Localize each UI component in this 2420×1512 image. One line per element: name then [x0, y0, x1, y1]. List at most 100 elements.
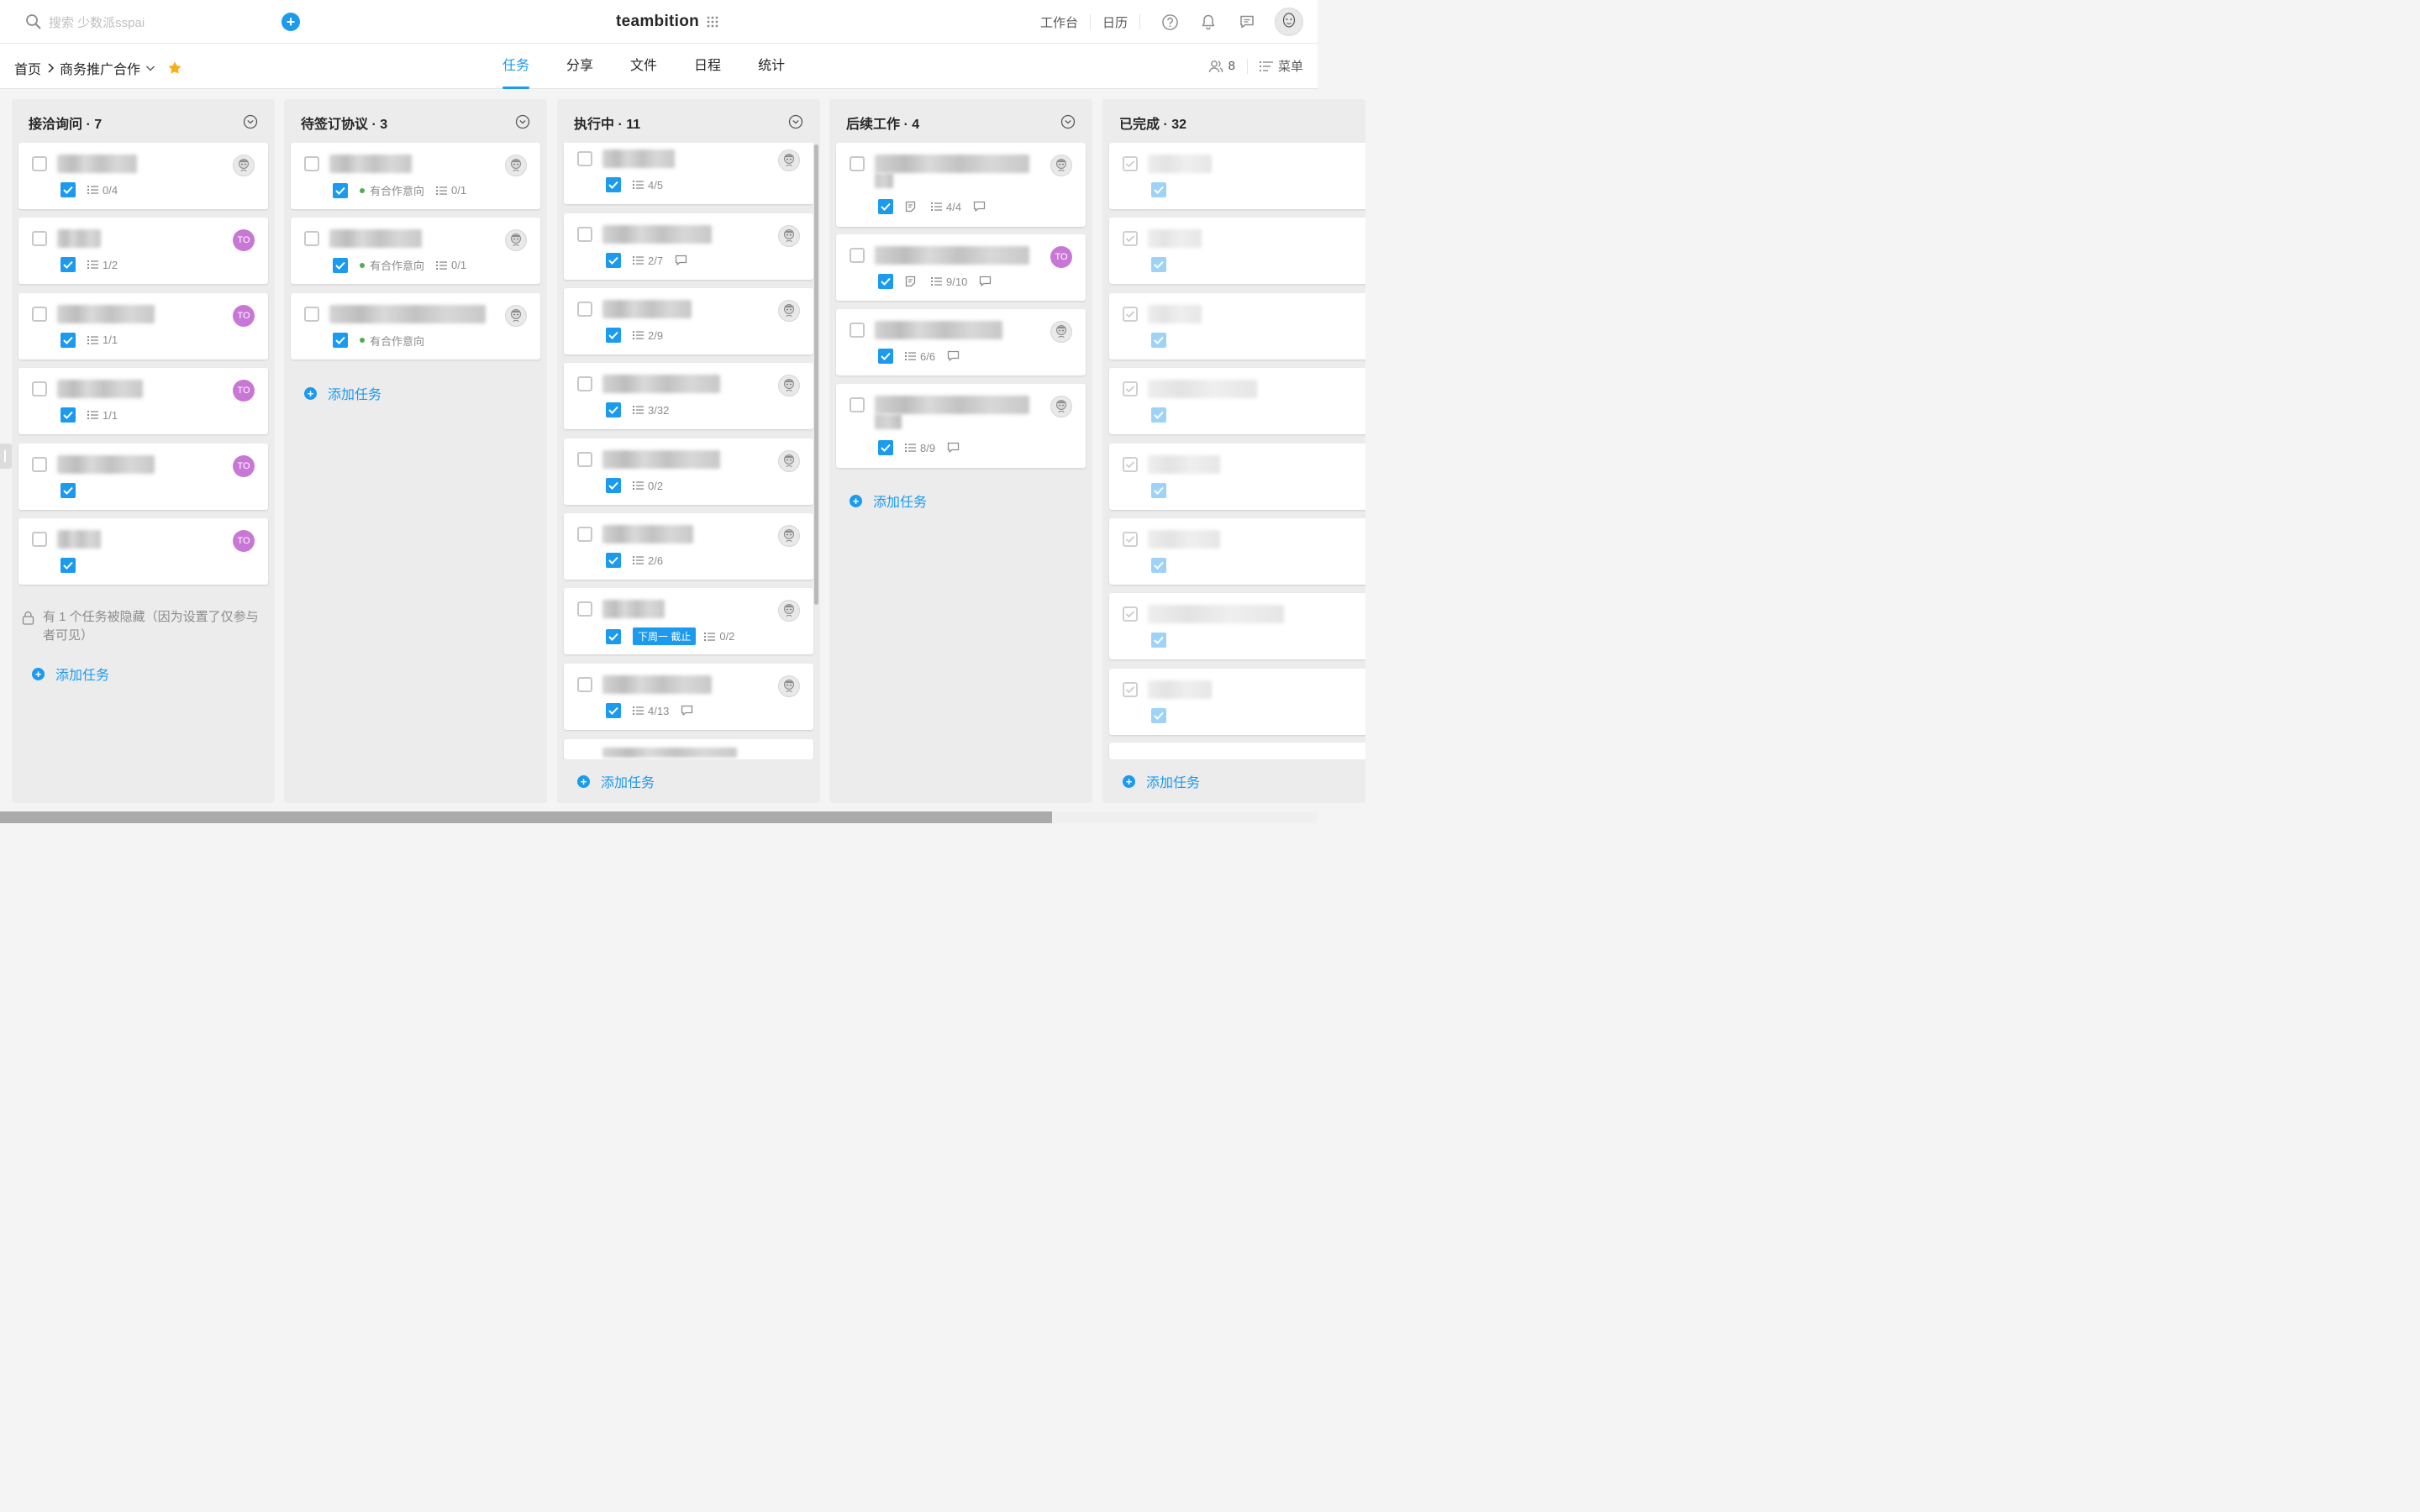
assignee-avatar[interactable] [233, 155, 255, 176]
task-checkbox-checked[interactable] [1123, 306, 1138, 322]
task-checkbox[interactable] [32, 231, 47, 247]
assignee-avatar[interactable] [505, 155, 527, 176]
task-title-blurred[interactable] [602, 225, 712, 244]
task-card[interactable]: 有合作意向 0/1 [291, 143, 540, 209]
task-checkbox[interactable] [577, 527, 592, 542]
assignee-avatar[interactable]: TO [233, 530, 255, 552]
task-card[interactable]: 9/10 TO [836, 234, 1086, 301]
done-task-card[interactable] [1109, 143, 1365, 209]
task-title-blurred[interactable] [1148, 380, 1257, 399]
assignee-avatar[interactable] [505, 229, 527, 252]
task-card[interactable]: TO [18, 518, 268, 585]
task-title-blurred[interactable] [57, 380, 143, 399]
task-title-blurred[interactable] [1148, 155, 1212, 173]
assignee-avatar[interactable]: TO [233, 304, 255, 327]
assignee-avatar[interactable] [505, 304, 527, 327]
column-scrollbar[interactable] [814, 144, 818, 605]
done-task-card[interactable] [1109, 218, 1365, 285]
column-menu-icon[interactable] [788, 114, 803, 129]
column-menu-icon[interactable] [243, 114, 258, 129]
due-date-badge[interactable]: 下周一 截止 [633, 627, 697, 645]
task-title-blurred[interactable] [57, 229, 101, 249]
task-title-blurred[interactable] [57, 454, 155, 474]
task-title-blurred[interactable] [329, 155, 412, 173]
task-checkbox[interactable] [850, 323, 865, 338]
assignee-avatar[interactable]: TO [233, 380, 255, 402]
message-icon[interactable] [1238, 13, 1256, 31]
task-card[interactable]: 0/4 [18, 143, 268, 209]
task-card[interactable]: 4/4 [836, 143, 1086, 227]
workbench-link[interactable]: 工作台 [1028, 13, 1090, 31]
assignee-avatar[interactable]: TO [233, 229, 255, 252]
column-menu-icon[interactable] [1060, 114, 1076, 129]
task-card[interactable]: TO [18, 443, 268, 510]
task-title-blurred[interactable] [1148, 304, 1202, 323]
task-card[interactable]: 有合作意向 [291, 292, 540, 360]
task-checkbox-checked[interactable] [1123, 456, 1138, 472]
done-task-card[interactable] [1109, 593, 1365, 660]
board-scrollbar[interactable] [0, 811, 1052, 823]
task-title-blurred[interactable] [602, 450, 720, 469]
task-card[interactable]: 1/2 TO [18, 218, 268, 285]
task-checkbox[interactable] [577, 376, 592, 391]
task-card[interactable]: 6/6 [836, 309, 1086, 375]
tag[interactable]: 有合作意向 [360, 182, 424, 198]
menu-button[interactable]: 菜单 [1278, 57, 1303, 75]
add-task-button[interactable]: + 添加任务 [304, 383, 381, 403]
task-card[interactable]: 1/1 TO [18, 292, 268, 360]
task-card[interactable]: 2/9 [564, 288, 813, 354]
menu-icon[interactable] [1259, 60, 1273, 73]
user-avatar[interactable] [1275, 8, 1303, 36]
assignee-avatar[interactable]: TO [233, 454, 255, 477]
task-title-blurred-line2[interactable] [875, 173, 893, 188]
task-card[interactable]: 4/5 [564, 143, 813, 204]
task-title-blurred[interactable] [875, 246, 1029, 265]
apps-grid-icon[interactable] [707, 16, 718, 28]
tab-files[interactable]: 文件 [630, 44, 657, 89]
add-task-button[interactable]: + 添加任务 [1123, 771, 1200, 791]
assignee-avatar[interactable] [778, 675, 800, 697]
task-card[interactable]: 2/7 [564, 213, 813, 280]
tag[interactable]: 有合作意向 [360, 257, 424, 273]
task-checkbox-checked[interactable] [1123, 231, 1138, 247]
star-icon[interactable] [167, 60, 182, 76]
task-checkbox[interactable] [304, 231, 319, 247]
help-icon[interactable] [1160, 13, 1179, 31]
assignee-avatar[interactable] [778, 450, 800, 472]
assignee-avatar[interactable]: TO [1050, 246, 1072, 268]
task-checkbox-checked[interactable] [1123, 156, 1138, 171]
task-checkbox[interactable] [850, 248, 865, 263]
chevron-down-icon[interactable] [145, 63, 155, 73]
assignee-avatar[interactable] [778, 525, 800, 547]
bell-icon[interactable] [1199, 13, 1218, 31]
task-title-blurred[interactable] [1148, 605, 1284, 624]
assignee-avatar[interactable] [1050, 155, 1072, 176]
add-task-button[interactable]: + 添加任务 [577, 771, 655, 791]
task-checkbox[interactable] [304, 156, 319, 171]
task-title-blurred[interactable] [602, 748, 737, 758]
assignee-avatar[interactable] [778, 375, 800, 396]
members-icon[interactable] [1208, 59, 1223, 74]
task-card[interactable]: 2/6 [564, 513, 813, 580]
done-task-card[interactable] [1109, 368, 1365, 435]
assignee-avatar[interactable] [1050, 396, 1072, 417]
assignee-avatar[interactable] [778, 225, 800, 247]
task-checkbox[interactable] [32, 306, 47, 322]
task-card[interactable]: 0/2 [564, 438, 813, 505]
sidebar-toggle-handle[interactable] [0, 444, 12, 469]
task-card[interactable]: 8/9 [836, 384, 1086, 468]
done-task-card[interactable] [1109, 668, 1365, 735]
teambition-logo[interactable]: teambition [616, 13, 699, 31]
tab-tasks[interactable]: 任务 [502, 44, 530, 89]
task-checkbox[interactable] [577, 302, 592, 317]
task-card[interactable]: 3/32 [564, 363, 813, 429]
quick-add-button[interactable]: + [281, 13, 300, 31]
members-count[interactable]: 8 [1228, 59, 1235, 73]
task-card[interactable]: 有合作意向 0/1 [291, 218, 540, 285]
task-title-blurred[interactable] [1148, 454, 1220, 474]
task-checkbox[interactable] [304, 306, 319, 322]
done-task-card-partial[interactable] [1109, 743, 1365, 759]
tab-share[interactable]: 分享 [566, 44, 593, 89]
done-task-card[interactable] [1109, 443, 1365, 510]
task-checkbox-checked[interactable] [1123, 381, 1138, 397]
